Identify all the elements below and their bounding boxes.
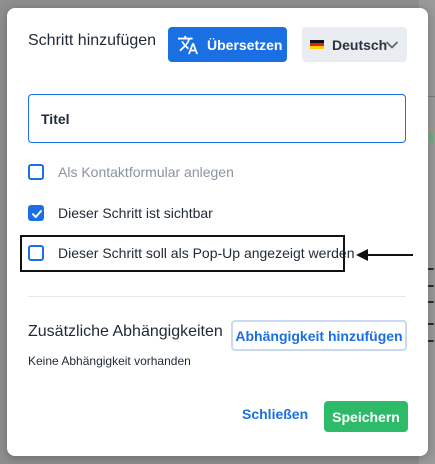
contact-form-checkbox[interactable] [28, 164, 44, 180]
popup-checkbox[interactable] [28, 245, 44, 261]
arrow-left-icon [356, 249, 413, 261]
translate-button[interactable]: Übersetzen [168, 27, 287, 62]
dependencies-title: Zusätzliche Abhängigkeiten [28, 323, 223, 340]
translate-icon [177, 35, 199, 54]
add-dependency-button[interactable]: Abhängigkeit hinzufügen [231, 320, 407, 351]
language-select[interactable]: Deutsch [302, 27, 407, 62]
german-flag-icon [310, 39, 324, 50]
language-select-value: Deutsch [332, 36, 388, 53]
popup-checkbox-row[interactable]: Dieser Schritt soll als Pop-Up angezeigt… [28, 245, 354, 261]
contact-form-checkbox-label: Als Kontaktformular anlegen [58, 164, 234, 180]
chevron-down-icon [386, 41, 398, 49]
contact-form-checkbox-row[interactable]: Als Kontaktformular anlegen [28, 164, 234, 180]
visible-checkbox-row[interactable]: Dieser Schritt ist sichtbar [28, 205, 213, 221]
save-button[interactable]: Speichern [324, 401, 408, 432]
add-step-dialog: Schritt hinzufügen Übersetzen Deutsch Al… [7, 8, 428, 456]
dialog-title: Schritt hinzufügen [28, 32, 157, 49]
section-divider [28, 296, 406, 297]
step-title-input[interactable] [28, 94, 406, 143]
close-button[interactable]: Schließen [242, 406, 308, 422]
popup-checkbox-label: Dieser Schritt soll als Pop-Up angezeigt… [58, 245, 355, 261]
background-status-mark [430, 133, 433, 142]
translate-button-label: Übersetzen [207, 36, 283, 53]
visible-checkbox[interactable] [28, 205, 44, 221]
visible-checkbox-label: Dieser Schritt ist sichtbar [58, 205, 213, 221]
no-dependency-text: Keine Abhängigkeit vorhanden [28, 354, 191, 368]
check-icon [32, 210, 42, 218]
